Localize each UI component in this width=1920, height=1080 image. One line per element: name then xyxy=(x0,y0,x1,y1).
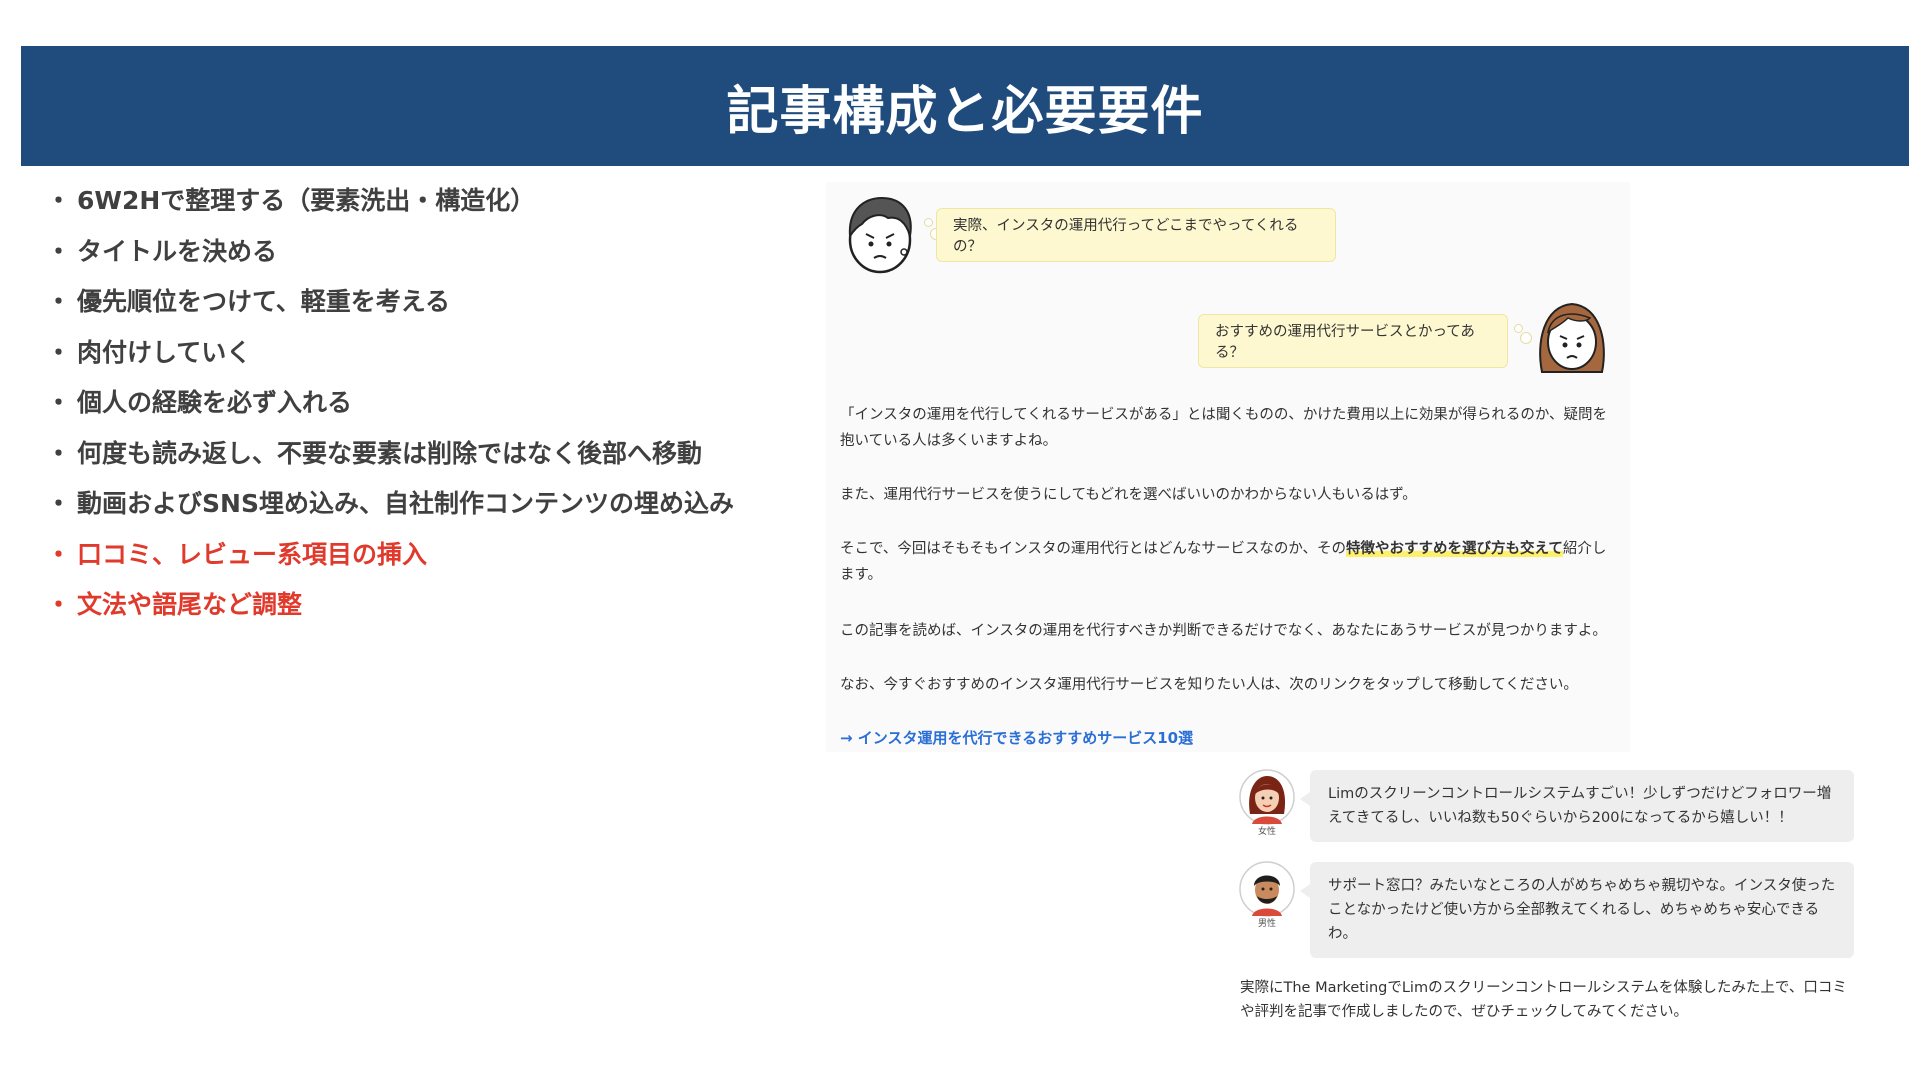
list-item: ・ 6W2Hで整理する（要素洗出・構造化） xyxy=(46,186,536,215)
article-paragraph: また、運用代行サービスを使うにしてもどれを選べばいいのかわからない人もいるはず。 xyxy=(840,487,1417,503)
list-item-highlight: ・文法や語尾など調整 xyxy=(46,590,303,619)
highlight-text: 特徴やおすすめを選び方も交えて xyxy=(1346,541,1563,557)
review-bubble: Limのスクリーンコントロールシステムすごい！少しずつだけどフォロワー増えてきて… xyxy=(1300,770,1854,842)
list-item: ・優先順位をつけて、軽重を考える xyxy=(46,287,451,316)
speech-bubble: おすすめの運用代行サービスとかってある？ xyxy=(1198,314,1508,368)
thought-dot xyxy=(1514,324,1523,333)
list-item-text: 口コミ、レビュー系項目の挿入 xyxy=(77,539,428,569)
article-excerpt: 実際、インスタの運用代行ってどこまでやってくれるの？ おすすめの運用代行サービス… xyxy=(826,182,1630,752)
man-avatar-icon xyxy=(1239,861,1295,917)
reviewer-caption: 女性 xyxy=(1257,827,1276,837)
list-item-text: 優先順位をつけて、軽重を考える xyxy=(77,287,451,316)
requirement-list: ・ 6W2Hで整理する（要素洗出・構造化） ・タイトルを決める ・優先順位をつけて… xyxy=(46,176,734,631)
reviewer-caption: 男性 xyxy=(1257,919,1276,929)
woman-avatar-icon xyxy=(1239,769,1295,825)
list-item-text: 肉付けしていく xyxy=(77,337,252,367)
thought-dot xyxy=(924,218,933,227)
list-item-text: タイトルを決める xyxy=(77,236,278,266)
list-item-highlight: ・口コミ、レビュー系項目の挿入 xyxy=(46,539,428,569)
slide-header: 記事構成と必要要件 xyxy=(21,46,1909,166)
thought-dot xyxy=(1520,332,1532,344)
list-item-text: 動画およびSNS埋め込み、自社制作コンテンツの埋め込み xyxy=(77,489,734,518)
article-paragraph: この記事を読めば、インスタの運用を代行すべきか判断できるだけでなく、あなたにあう… xyxy=(840,623,1607,639)
list-item: ・個人の経験を必ず入れる xyxy=(46,388,353,417)
list-item-text: 文法や語尾など調整 xyxy=(77,590,303,619)
review-bubble: サポート窓口？みたいなところの人がめちゃめちゃ親切やな。インスタ使ったことなかっ… xyxy=(1300,862,1854,958)
closing-text: 実際にThe MarketingでLimのスクリーンコントロールシステムを体験し… xyxy=(1240,980,1847,1020)
list-item-text: 何度も読み返し、不要な要素は削除ではなく後部へ移動 xyxy=(77,438,703,468)
worried-boy-avatar-icon xyxy=(848,196,912,274)
list-item: ・何度も読み返し、不要な要素は削除ではなく後部へ移動 xyxy=(46,438,703,468)
list-item: ・肉付けしていく xyxy=(46,337,252,367)
list-item: ・タイトルを決める xyxy=(46,236,278,266)
list-item-text: 6W2Hで整理する（要素洗出・構造化） xyxy=(77,186,536,215)
list-item-text: 個人の経験を必ず入れる xyxy=(77,388,353,417)
speech-bubble: 実際、インスタの運用代行ってどこまでやってくれるの？ xyxy=(936,208,1336,262)
list-item: ・動画およびSNS埋め込み、自社制作コンテンツの埋め込み xyxy=(46,489,734,518)
recommended-services-link[interactable]: → インスタ運用を代行できるおすすめサービス10選 xyxy=(840,727,1193,748)
worried-girl-avatar-icon xyxy=(1539,302,1605,373)
slide-title: 記事構成と必要要件 xyxy=(726,81,1204,142)
article-paragraph: 「インスタの運用を代行してくれるサービスがある」とは聞くものの、かけた費用以上に… xyxy=(840,407,1608,449)
article-paragraph: そこで、今回はそもそもインスタの運用代行とはどんなサービスなのか、その特徴やおす… xyxy=(840,541,1607,583)
article-paragraph: なお、今すぐおすすめのインスタ運用代行サービスを知りたい人は、次のリンクをタップ… xyxy=(840,677,1578,693)
